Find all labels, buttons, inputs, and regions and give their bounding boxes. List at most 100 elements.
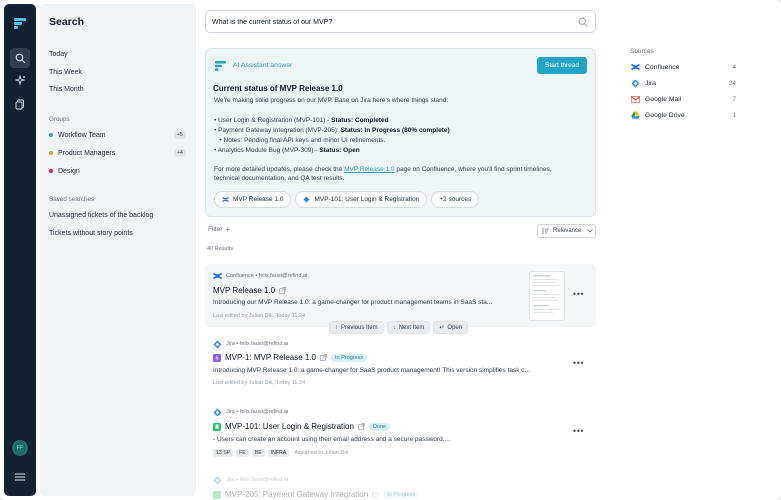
time-filter-week[interactable]: This Week [49,69,82,76]
answer-list-item: • User Login & Registration (MVP-101) - … [214,117,389,124]
more-options-button[interactable]: ••• [573,358,584,368]
group-color-dot [49,169,53,173]
result-description: - Users can create an account using thei… [213,436,451,443]
saved-search-item[interactable]: Unassigned tickets of the backlog [49,212,153,219]
group-item-design[interactable]: Design [49,165,186,177]
previous-item-button[interactable]: ↑ Previous Item [329,321,384,334]
result-title[interactable]: MVP-1: MVP Release 1.0 In Progress [213,353,368,362]
confluence-icon [213,272,222,280]
external-link-icon[interactable] [320,354,327,361]
answer-footer: For more detailed updates, please check … [214,166,552,173]
answer-title: Current status of MVP Release 1.0 [213,84,343,93]
source-filter-confluence[interactable]: Confluence 4 [631,61,736,73]
search-input[interactable] [212,16,572,28]
result-description: Introducing MVP Release 1.0: a game-chan… [213,367,530,374]
document-thumbnail [529,271,565,321]
external-link-icon[interactable] [372,491,379,498]
results-count: 40 Results [207,246,233,252]
filter-button[interactable]: Filter + [208,225,230,234]
page-title: Search [49,16,85,28]
result-source: Jira • felix.faust@refind.ai [226,477,289,483]
arrow-down-icon: ↓ [392,324,396,331]
gmail-icon [631,95,640,103]
saved-search-item[interactable]: Tickets without story points [49,230,133,237]
chevron-down-icon [587,229,594,233]
answer-list-note: • Notes: Pending final API keys and mino… [214,137,386,144]
result-navigation: ↑ Previous Item ↓ Next Item ↵ Open [329,321,469,334]
external-link-icon[interactable] [358,423,365,430]
plus-icon: + [225,225,231,234]
menu-button[interactable] [12,470,28,484]
search-sidebar: Search Today This Week This Month Groups… [40,4,196,496]
user-avatar[interactable]: FF [12,440,28,456]
ai-assistant-logo-icon [215,61,226,71]
result-title[interactable]: MVP Release 1.0 [213,286,286,295]
sort-icon [542,228,549,234]
source-chip[interactable]: MVP-101: User Login & Registration [295,191,428,208]
group-color-dot [49,133,53,137]
google-drive-icon [631,111,640,119]
result-title[interactable]: MVP-101: User Login & Registration Done [213,422,391,431]
group-item-workflow-team[interactable]: Workflow Team +5 [49,129,186,141]
source-chips: MVP Release 1.0 MVP-101: User Login & Re… [214,191,480,208]
time-filter-month[interactable]: This Month [49,86,84,93]
assignee: Assigned to Julian Dik [294,450,349,456]
result-description: Introducing our MVP Release 1.0: a game-… [213,299,493,306]
group-label: Design [58,167,80,175]
search-nav-button[interactable] [10,48,30,68]
search-result-item[interactable]: Jira • felix.faust@refind.ai MVP-1: MVP … [205,334,596,394]
status-badge: In Progress [383,490,420,499]
group-count-badge: +5 [173,131,186,139]
label-tag: BE [251,449,265,457]
time-filter-today[interactable]: Today [49,51,68,58]
result-meta: Last edited by Julian Dik, Today 11:24 [213,380,306,386]
group-count-badge: +4 [173,149,186,157]
jira-icon [213,408,222,417]
search-result-item[interactable]: Confluence • felix.faust@refind.ai MVP R… [205,264,596,327]
start-thread-button[interactable]: Start thread [537,57,587,74]
source-chip[interactable]: MVP Release 1.0 [214,191,292,208]
label-tag: INFRA [267,449,290,457]
open-button[interactable]: ↵ Open [433,321,469,334]
result-source: Confluence • felix.faust@refind.ai [226,273,308,279]
more-sources-chip[interactable]: +2 sources [431,191,480,208]
next-item-button[interactable]: ↓ Next Item [386,321,431,334]
source-filter-jira[interactable]: Jira 24 [631,77,736,89]
arrow-up-icon: ↑ [335,324,338,331]
result-source: Jira • felix.faust@refind.ai [226,409,289,415]
more-options-button[interactable]: ••• [573,289,584,299]
confluence-link[interactable]: MVP Release 1.0 [344,166,394,173]
group-item-product-managers[interactable]: Product Managers +4 [49,147,186,159]
app-logo-icon[interactable] [13,16,27,30]
group-label: Workflow Team [58,131,106,139]
search-icon[interactable] [578,17,588,27]
jira-icon [213,340,222,349]
group-color-dot [49,151,53,155]
ai-answer-card: AI Assistant answer Start thread Current… [205,48,596,217]
more-options-button[interactable]: ••• [573,426,584,436]
source-filter-google-mail[interactable]: Google Mail 7 [631,93,736,105]
story-icon [213,490,221,499]
search-result-item[interactable]: Jira • felix.faust@refind.ai MVP-205: Pa… [205,472,596,500]
groups-heading: Groups [49,116,70,123]
external-link-icon[interactable] [279,287,286,294]
confluence-icon [222,196,229,203]
jira-icon [303,196,310,203]
ai-nav-button[interactable] [10,70,30,90]
source-filter-google-drive[interactable]: Google Drive 1 [631,109,736,121]
enter-icon: ↵ [439,325,445,331]
jira-icon [631,79,640,87]
group-label: Product Managers [58,149,116,157]
sparkle-icon [14,74,25,85]
sources-heading: Sources [630,48,654,55]
story-icon [213,422,221,431]
icon-rail: FF [4,4,36,496]
documents-nav-button[interactable] [10,94,30,114]
status-badge: In Progress [331,353,368,362]
saved-searches-heading: Saved searches [49,196,95,203]
sort-dropdown[interactable]: Relevance [537,224,596,238]
hamburger-menu-icon [15,473,25,481]
search-result-item[interactable]: Jira • felix.faust@refind.ai MVP-101: Us… [205,402,596,464]
answer-footer-line2: technical documentation, and QA test res… [214,175,345,182]
result-title[interactable]: MVP-205: Payment Gateway Integration In … [213,490,420,499]
